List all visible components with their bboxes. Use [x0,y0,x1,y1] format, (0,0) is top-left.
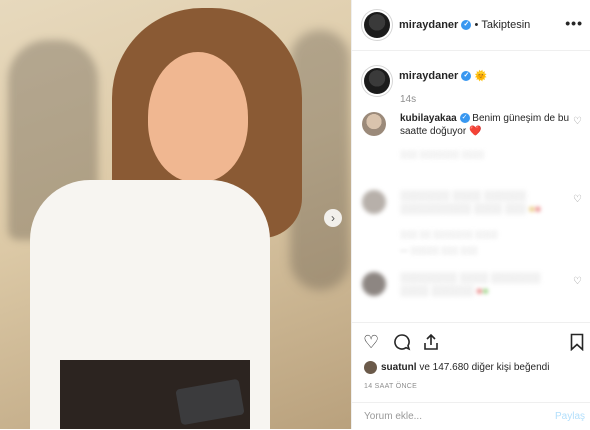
comment-text: ░░░░░░░░ ░░░░ ░░░░░░░ ░░░░ ░░░░░░ ●● [400,273,541,297]
likes-summary[interactable]: suatunl ve 147.680 diğer kişi beğendi [364,361,549,374]
verified-icon: ✓ [461,71,472,82]
caption-time[interactable]: 14s [400,94,416,105]
next-photo-button[interactable]: › [324,209,342,227]
heart-icon: ♡ [573,194,582,205]
avatar [364,361,377,374]
likes-count[interactable]: ve 147.680 diğer kişi beğendi [419,362,549,373]
avatar[interactable] [364,12,390,38]
comment-input[interactable]: Yorum ekle... [364,411,422,422]
caption-emoji: 🌞 [474,71,487,82]
comment-meta: ░░░ ░░ ░░░░░░░ ░░░░ [400,230,498,239]
like-comment-button[interactable]: ♡ [573,116,582,127]
share-icon [424,333,438,350]
header-username-row: miraydaner ✓ • Takiptesin [399,19,530,31]
comment-composer: Yorum ekle... Paylaş [352,402,590,430]
chevron-right-icon: › [331,211,335,225]
post-sidebar: miraydaner ✓ • Takiptesin ••• miraydaner… [351,0,590,429]
comment-meta: — ░░░░░ ░░░ ░░░ [400,246,478,255]
caption-username-row: miraydaner ✓ 🌞 [399,70,487,82]
like-button[interactable]: ♡ [363,333,379,351]
save-button[interactable] [570,333,584,354]
caption-username[interactable]: miraydaner [399,70,458,82]
comment-icon [394,334,411,351]
post-timestamp[interactable]: 14 SAAT ÖNCE [364,383,417,390]
comment-text: ░░░░░░░ ░░░░ ░░░░░░ ░░░░░░░░░░ ░░░░ ░░░ … [400,191,541,215]
verified-icon: ✓ [459,113,470,124]
verified-icon: ✓ [461,20,472,31]
avatar[interactable] [362,272,386,296]
avatar[interactable] [362,112,386,136]
photo-face [148,52,248,182]
like-comment-button[interactable]: ♡ [573,276,582,287]
likes-user[interactable]: suatunl [381,362,417,373]
follow-status[interactable]: Takiptesin [481,19,530,31]
post-header: miraydaner ✓ • Takiptesin ••• [352,0,590,51]
heart-icon: ♡ [363,332,380,352]
avatar[interactable] [362,190,386,214]
comment-meta: ░░░ ░░░░░░░ ░░░░ [400,150,484,159]
post-actions: ♡ suatunl ve 147.680 diğer kişi beğendi [352,322,590,403]
header-separator: • [474,19,479,31]
heart-icon: ♡ [573,116,582,127]
comment-button[interactable] [393,333,411,354]
like-comment-button[interactable]: ♡ [573,194,582,205]
instagram-post: › miraydaner ✓ • Takiptesin ••• miraydan… [0,0,590,429]
heart-emoji: ❤️ [468,126,482,137]
bookmark-icon [570,333,584,352]
comment-text: kubilayakaa ✓ Benim güneşim de bu saatte… [400,112,570,138]
post-photo[interactable]: › [0,0,351,429]
avatar[interactable] [364,68,390,94]
share-button[interactable] [422,333,440,354]
more-icon: ••• [565,15,583,31]
more-options-button[interactable]: ••• [565,15,583,31]
post-comment-button[interactable]: Paylaş [555,411,585,422]
header-username[interactable]: miraydaner [399,19,458,31]
comment-username[interactable]: kubilayakaa [400,113,457,124]
heart-icon: ♡ [573,276,582,287]
